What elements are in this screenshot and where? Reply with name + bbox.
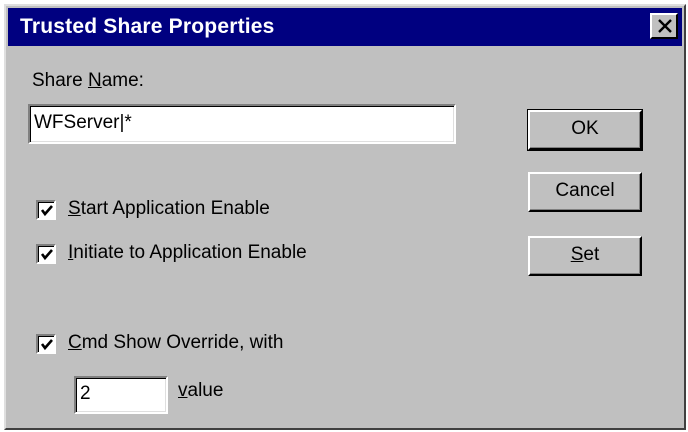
cmd-show-override-label[interactable]: Cmd Show Override, with: [68, 332, 283, 354]
cmd-show-value-input[interactable]: 2: [74, 376, 168, 414]
value-label-rest: alue: [187, 380, 224, 401]
ok-button[interactable]: OK: [527, 109, 643, 151]
start-application-enable-checkbox[interactable]: [36, 200, 56, 220]
share-name-label-prefix: Share: [32, 70, 88, 91]
share-name-value: WFServer|*: [34, 112, 132, 133]
cmd-show-value: 2: [80, 383, 91, 404]
cancel-button[interactable]: Cancel: [528, 172, 642, 212]
share-name-label-accel: N: [87, 70, 102, 91]
option-rest: tart Application Enable: [80, 198, 270, 219]
option-rest: nitiate to Application Enable: [73, 242, 307, 263]
set-accel: S: [570, 244, 584, 265]
cmd-show-override-checkbox[interactable]: [36, 334, 56, 354]
option-rest: md Show Override, with: [81, 332, 284, 353]
share-name-label-suffix: ame:: [101, 70, 144, 91]
share-name-label: Share Name:: [32, 70, 144, 92]
checkmark-icon: [40, 249, 53, 261]
set-button[interactable]: Set: [528, 236, 642, 276]
checkmark-icon: [40, 205, 53, 217]
value-label-accel: v: [178, 380, 188, 401]
option-accel: C: [68, 332, 82, 353]
start-application-enable-label[interactable]: Start Application Enable: [68, 198, 270, 220]
close-button[interactable]: [650, 13, 678, 39]
value-label: value: [178, 380, 223, 402]
share-name-input[interactable]: WFServer|*: [28, 104, 456, 144]
checkmark-icon: [40, 339, 53, 351]
close-icon: [658, 19, 672, 33]
initiate-to-application-enable-checkbox[interactable]: [36, 244, 56, 264]
initiate-to-application-enable-label[interactable]: Initiate to Application Enable: [68, 242, 307, 264]
set-rest: et: [583, 244, 600, 265]
window-title: Trusted Share Properties: [20, 15, 275, 38]
trusted-share-properties-dialog: Trusted Share Properties Share Name: WFS…: [4, 4, 686, 430]
title-bar[interactable]: Trusted Share Properties: [8, 8, 682, 46]
option-accel: S: [68, 198, 81, 219]
